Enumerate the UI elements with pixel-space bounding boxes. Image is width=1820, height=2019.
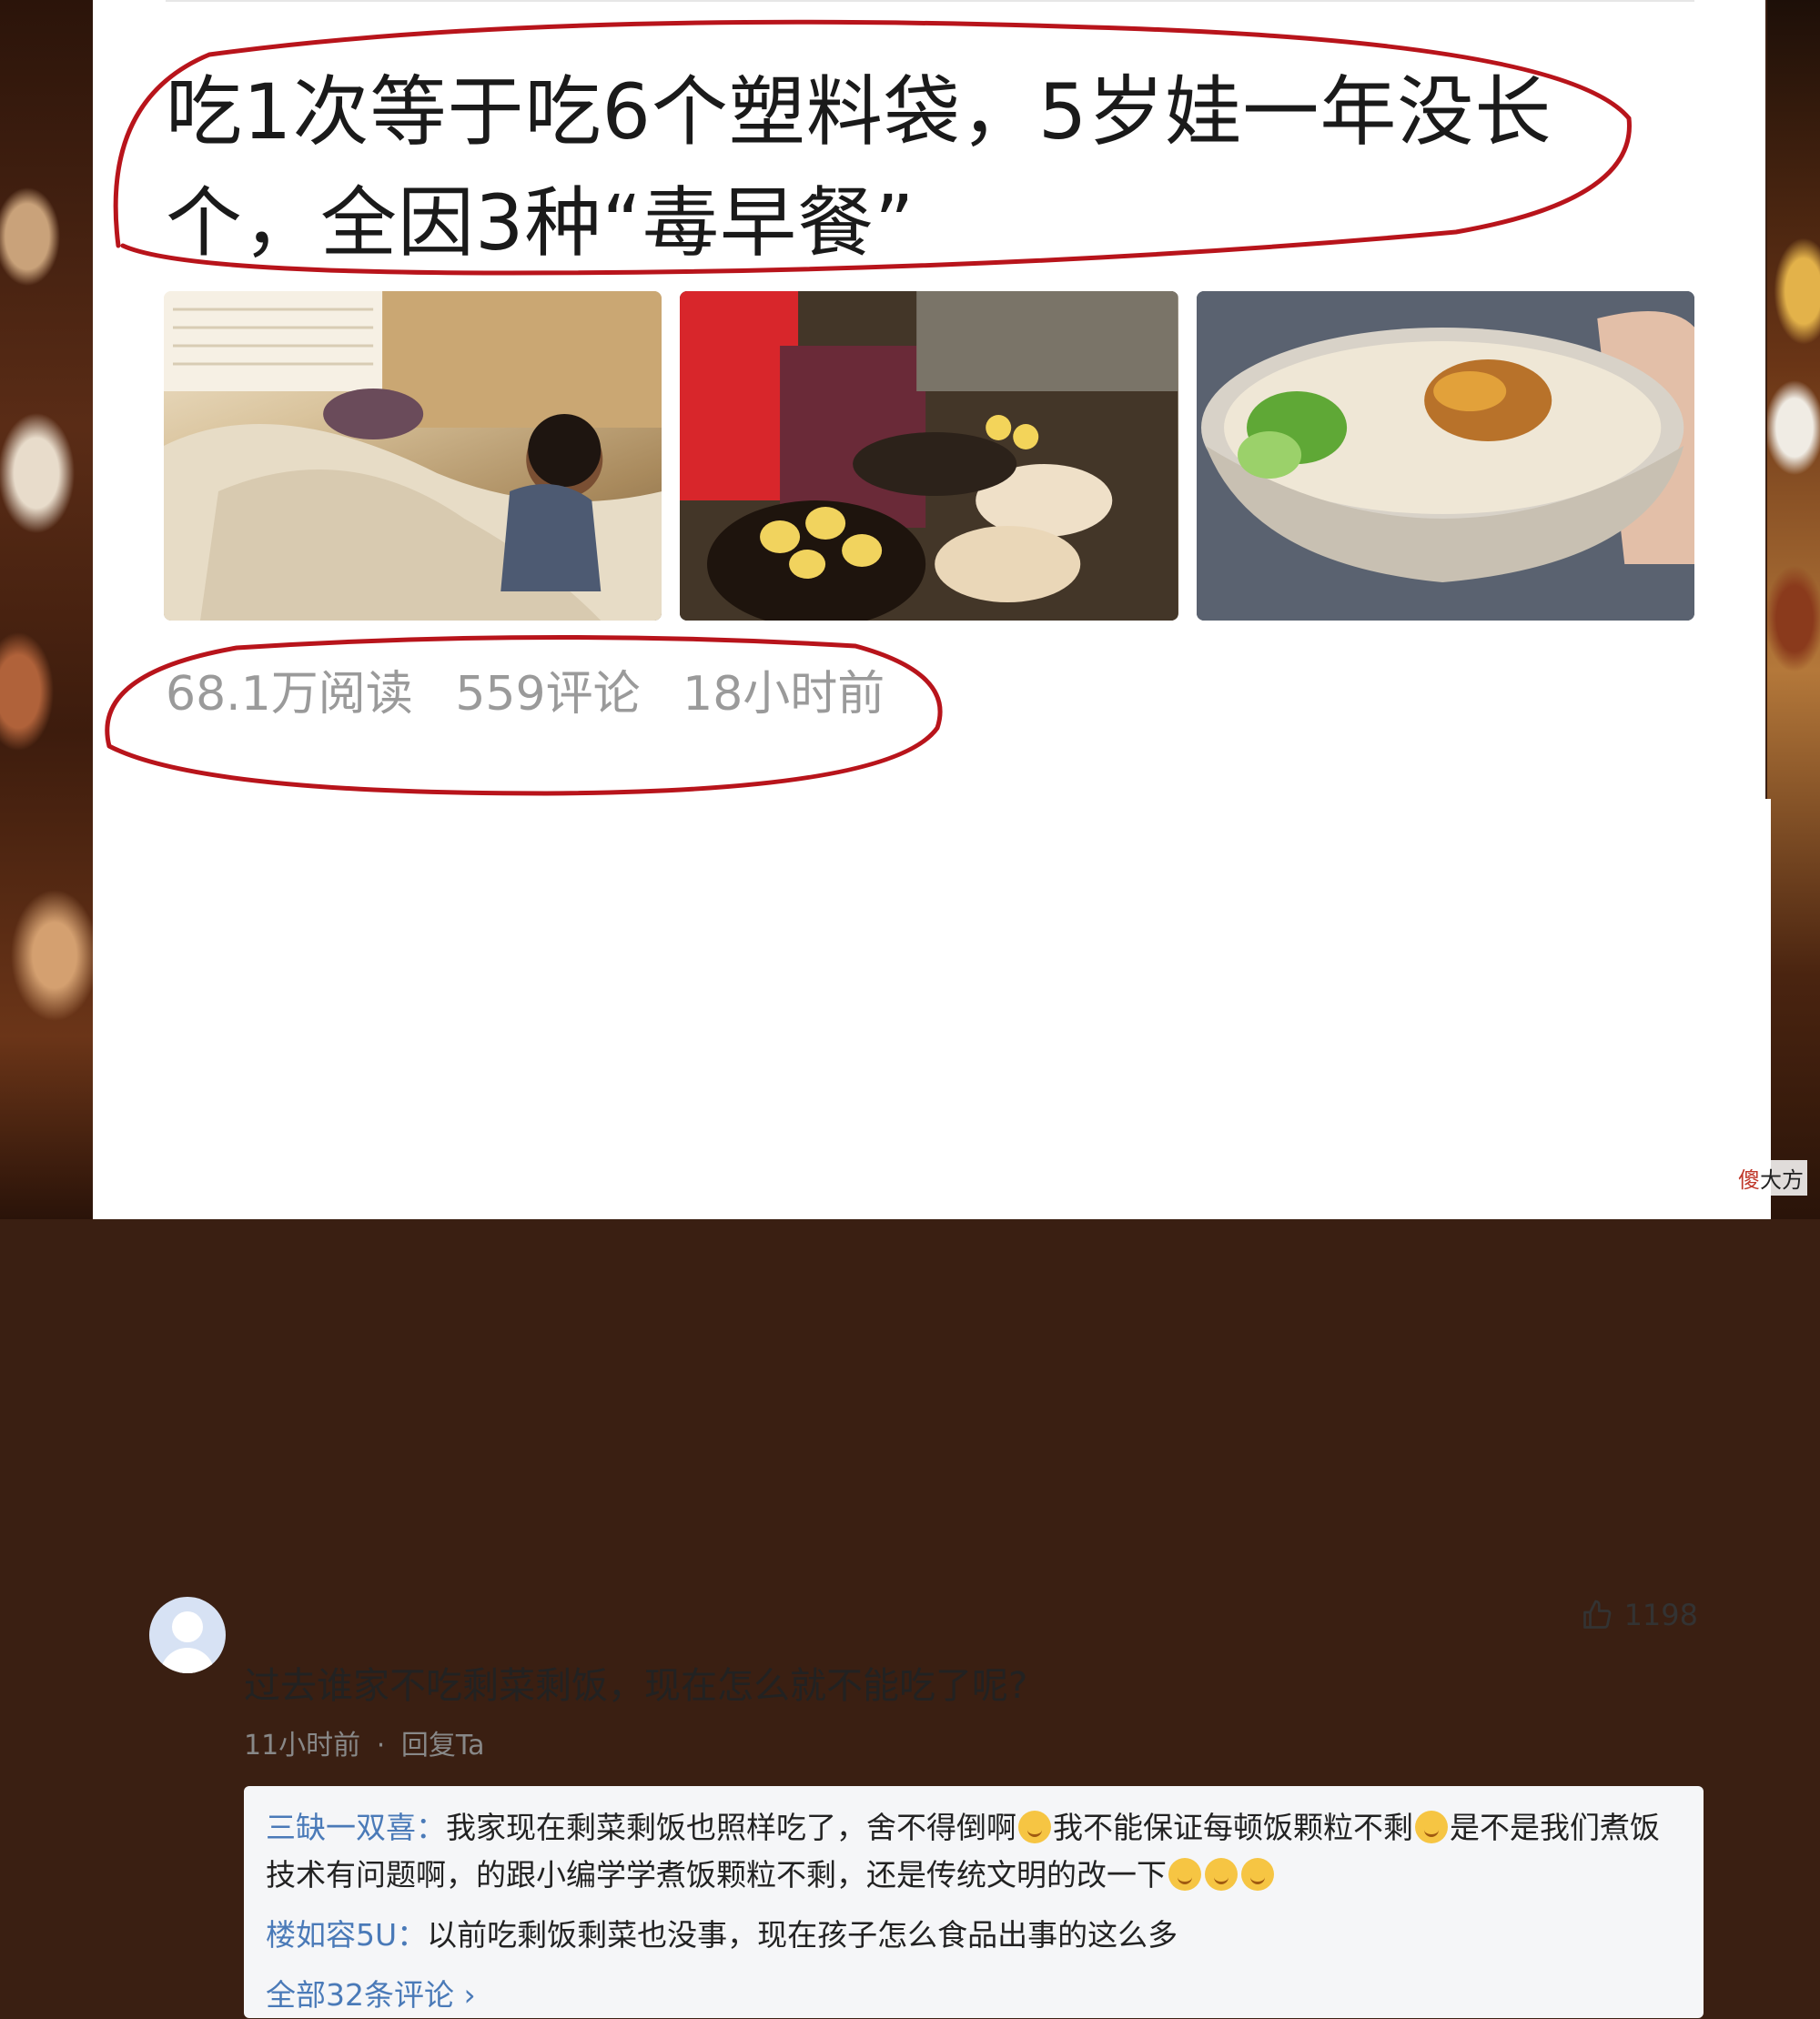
article-stats: 68.1万阅读 559评论 18小时前 <box>166 655 912 723</box>
comment-count: 559评论 <box>455 667 641 722</box>
reply-text: 我家现在剩菜剩饭也照样吃了，舍不得倒啊 <box>446 1810 1016 1845</box>
article-title-line-1: 吃1次等于吃6个塑料袋，5岁娃一年没长 <box>166 67 1552 156</box>
comment-section: 1198 过去谁家不吃剩菜剩饭，现在怎么就不能吃了呢? 11小时前 · 回复Ta… <box>93 799 1771 2018</box>
comment-body: 过去谁家不吃剩菜剩饭，现在怎么就不能吃了呢? <box>244 1665 1028 1707</box>
article-card[interactable]: 吃1次等于吃6个塑料袋，5岁娃一年没长 个，全因3种“毒早餐” 68.1万阅读 … <box>93 0 1765 799</box>
reply-item[interactable]: 楼如容5U：以前吃剩饭剩菜也没事，现在孩子怎么食品出事的这么多 <box>266 1912 1682 1959</box>
watermark: 傻大方 <box>1734 1160 1807 1196</box>
reply-text: 我不能保证每顿饭颗粒不剩 <box>1053 1810 1413 1845</box>
reply-item[interactable]: 三缺一双喜：我家现在剩菜剩饭也照样吃了，舍不得倒啊 我不能保证每顿饭颗粒不剩 是不是… <box>266 1804 1682 1899</box>
read-count: 68.1万阅读 <box>166 667 413 722</box>
reply-user[interactable]: 三缺一双喜： <box>266 1810 446 1845</box>
like-button[interactable]: 1198 <box>1581 1598 1698 1632</box>
article-title[interactable]: 吃1次等于吃6个塑料袋，5岁娃一年没长 个，全因3种“毒早餐” <box>166 56 1713 278</box>
emoji-icon <box>1415 1811 1448 1843</box>
thumbnail-street-food-stall[interactable] <box>680 291 1178 621</box>
reply-list: 三缺一双喜：我家现在剩菜剩饭也照样吃了，舍不得倒啊 我不能保证每顿饭颗粒不剩 是不是… <box>244 1786 1704 2018</box>
article-title-line-2: 个，全因3种“毒早餐” <box>166 178 915 268</box>
reply-text: 以前吃剩饭剩菜也没事，现在孩子怎么食品出事的这么多 <box>427 1917 1178 1953</box>
reply-button[interactable]: 回复Ta <box>401 1730 485 1762</box>
emoji-icon <box>1241 1858 1274 1891</box>
like-count: 1198 <box>1623 1598 1698 1632</box>
background-food-photo-right <box>1767 0 1820 1219</box>
thumbs-up-icon <box>1582 1600 1611 1629</box>
thumbnail-rice-bowl[interactable] <box>1196 291 1694 621</box>
emoji-icon <box>1018 1811 1051 1843</box>
background-food-photo-left <box>0 0 93 1219</box>
emoji-icon <box>1205 1858 1238 1891</box>
publish-time: 18小时前 <box>682 667 885 722</box>
meta-separator: · <box>376 1730 386 1762</box>
thumbnail-sleeping-child[interactable] <box>164 291 662 621</box>
all-comments-link[interactable]: 全部32条评论 › <box>266 1972 1682 2019</box>
watermark-char: 傻 <box>1738 1167 1760 1193</box>
watermark-text: 大方 <box>1760 1167 1804 1193</box>
divider <box>166 0 1694 2</box>
article-thumbnails <box>164 291 1694 621</box>
avatar-placeholder-icon[interactable] <box>149 1597 226 1673</box>
comment-meta: 11小时前 · 回复Ta <box>244 1722 485 1762</box>
emoji-icon <box>1168 1858 1201 1891</box>
reply-user[interactable]: 楼如容5U： <box>266 1917 427 1953</box>
comment-time: 11小时前 <box>244 1730 361 1762</box>
